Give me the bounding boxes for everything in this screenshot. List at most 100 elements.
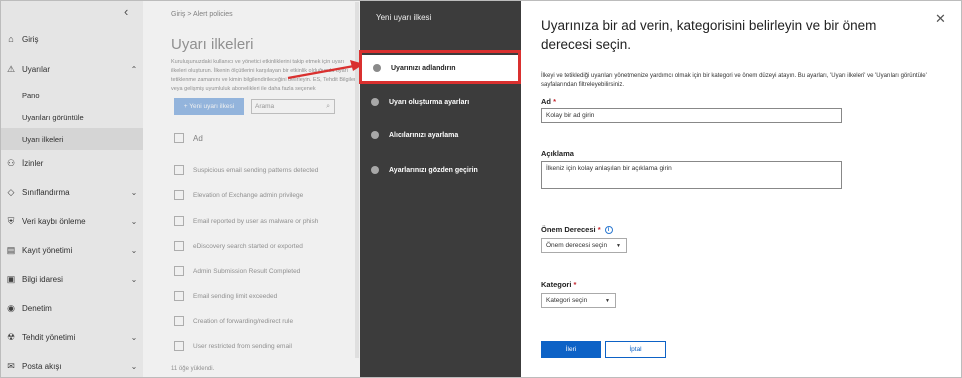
- row-name: Suspicious email sending patterns detect…: [193, 166, 319, 174]
- form-intro: İlkeyi ve tetiklediği uyarıları yönetmen…: [541, 73, 927, 88]
- row-checkbox[interactable]: [174, 291, 184, 301]
- wizard-title: Yeni uyarı ilkesi: [376, 13, 432, 22]
- mail-icon: ✉: [7, 360, 15, 371]
- row-checkbox[interactable]: [174, 316, 184, 326]
- chevron-up-icon: ⌃: [130, 64, 138, 74]
- lock-icon: ▣: [6, 273, 16, 284]
- close-icon[interactable]: ✕: [935, 11, 946, 27]
- step-indicator-icon: [371, 166, 379, 174]
- step-alert-settings[interactable]: Uyarı oluşturma ayarları: [360, 89, 521, 115]
- nav-subitem-alert-policies[interactable]: Uyarı ilkeleri: [0, 128, 143, 150]
- required-marker: *: [597, 225, 601, 234]
- category-value: Kategori seçin: [546, 297, 588, 304]
- nav-subitem-dashboard[interactable]: Pano: [0, 84, 143, 106]
- collapse-nav-icon[interactable]: ‹: [124, 4, 128, 19]
- step-label: Uyarı oluşturma ayarları: [389, 98, 470, 106]
- step-label: Alıcılarınızı ayarlama: [389, 131, 459, 139]
- nav-item-governance[interactable]: ▣ Bilgi idaresi ⌄: [0, 266, 143, 292]
- nav-subitem-label: Uyarıları görüntüle: [22, 112, 84, 122]
- name-label: Ad *: [541, 97, 557, 106]
- nav-subitem-view-alerts[interactable]: Uyarıları görüntüle: [0, 106, 143, 128]
- table-row[interactable]: Email sending limit exceeded: [174, 291, 277, 301]
- description-label: Açıklama: [541, 149, 574, 158]
- step-label: Ayarlarınızı gözden geçirin: [389, 166, 478, 174]
- chevron-down-icon: ⌄: [130, 361, 138, 371]
- step-recipients[interactable]: Alıcılarınızı ayarlama: [360, 122, 521, 148]
- table-row[interactable]: Suspicious email sending patterns detect…: [174, 165, 318, 175]
- nav-item-classification[interactable]: ◇ Sınıflandırma ⌄: [0, 179, 143, 205]
- home-icon: ⌂: [8, 34, 14, 44]
- row-checkbox[interactable]: [174, 165, 184, 175]
- left-navigation: ‹ ⌂ Giriş ⚠ Uyarılar ⌃ Pano Uyarıları gö…: [0, 0, 143, 378]
- step-review[interactable]: Ayarlarınızı gözden geçirin: [360, 157, 521, 183]
- breadcrumb[interactable]: Giriş > Alert policies: [171, 11, 233, 18]
- name-input[interactable]: Kolay bir ad girin: [541, 108, 842, 123]
- bug-icon: ☢: [6, 331, 16, 342]
- search-input[interactable]: Arama ⌕: [251, 99, 335, 114]
- info-icon[interactable]: i: [604, 226, 613, 235]
- table-row[interactable]: User restricted from sending email: [174, 341, 292, 351]
- nav-subitem-label: Pano: [22, 90, 40, 100]
- nav-item-label: Posta akışı: [22, 361, 62, 371]
- required-marker: *: [573, 280, 577, 289]
- nav-item-threat[interactable]: ☢ Tehdit yönetimi ⌄: [0, 324, 143, 350]
- column-header-label: Ad: [193, 133, 203, 143]
- step-indicator-icon: [371, 98, 379, 106]
- description-placeholder: İlkeniz için kolay anlaşılan bir açıklam…: [546, 165, 672, 172]
- table-row[interactable]: Email reported by user as malware or phi…: [174, 216, 318, 226]
- row-checkbox[interactable]: [174, 341, 184, 351]
- chevron-down-icon: ▼: [616, 242, 621, 249]
- form-heading: Uyarınıza bir ad verin, kategorisini bel…: [541, 18, 877, 52]
- severity-dropdown[interactable]: Önem derecesi seçin ▼: [541, 238, 627, 253]
- next-button[interactable]: İleri: [541, 341, 601, 358]
- tag-icon: ◇: [7, 186, 15, 197]
- row-name: User restricted from sending email: [193, 342, 292, 350]
- required-marker: *: [553, 97, 557, 106]
- row-checkbox[interactable]: [174, 266, 184, 276]
- nav-item-label: Denetim: [22, 303, 52, 313]
- table-row[interactable]: Admin Submission Result Completed: [174, 266, 300, 276]
- table-row[interactable]: eDiscovery search started or exported: [174, 241, 303, 251]
- nav-item-mailflow[interactable]: ✉ Posta akışı ⌄: [0, 353, 143, 378]
- name-placeholder: Kolay bir ad girin: [546, 112, 595, 119]
- row-name: eDiscovery search started or exported: [193, 242, 303, 250]
- eye-icon: ◉: [7, 302, 15, 313]
- row-name: Elevation of Exchange admin privilege: [193, 191, 304, 199]
- description-input[interactable]: İlkeniz için kolay anlaşılan bir açıklam…: [541, 161, 842, 189]
- current-step-highlight: [359, 50, 521, 84]
- warning-icon: ⚠: [6, 63, 16, 74]
- cancel-button[interactable]: İptal: [605, 341, 666, 358]
- annotation-arrow: [287, 60, 364, 80]
- row-checkbox[interactable]: [174, 190, 184, 200]
- chevron-down-icon: ⌄: [130, 245, 138, 255]
- chevron-down-icon: ⌄: [130, 216, 138, 226]
- row-checkbox[interactable]: [174, 216, 184, 226]
- select-all-checkbox[interactable]: [174, 133, 184, 143]
- people-icon: ⚇: [6, 157, 16, 168]
- table-row[interactable]: Elevation of Exchange admin privilege: [174, 190, 303, 200]
- row-name: Email sending limit exceeded: [193, 292, 278, 300]
- nav-item-label: Bilgi idaresi: [22, 274, 63, 284]
- nav-item-home[interactable]: ⌂ Giriş: [0, 26, 143, 52]
- chevron-down-icon: ▼: [605, 297, 610, 304]
- search-icon: ⌕: [326, 102, 330, 110]
- records-icon: ▤: [6, 244, 16, 255]
- row-checkbox[interactable]: [174, 241, 184, 251]
- column-header-name[interactable]: Ad: [174, 133, 203, 143]
- table-row[interactable]: Creation of forwarding/redirect rule: [174, 316, 293, 326]
- search-placeholder: Arama: [255, 103, 275, 110]
- nav-item-permissions[interactable]: ⚇ İzinler: [0, 150, 143, 176]
- row-name: Email reported by user as malware or phi…: [193, 217, 319, 225]
- alert-policies-page: Giriş > Alert policies Uyarı ilkeleri Ku…: [143, 0, 360, 378]
- row-name: Creation of forwarding/redirect rule: [193, 317, 294, 325]
- chevron-down-icon: ⌄: [130, 274, 138, 284]
- nav-item-dlp[interactable]: ⛨ Veri kaybı önleme ⌄: [0, 208, 143, 234]
- step-indicator-icon: [371, 131, 379, 139]
- nav-item-audit[interactable]: ◉ Denetim: [0, 295, 143, 321]
- category-dropdown[interactable]: Kategori seçin ▼: [541, 293, 616, 308]
- page-title: Uyarı ilkeleri: [171, 36, 254, 53]
- nav-item-alerts[interactable]: ⚠ Uyarılar ⌃: [0, 56, 143, 82]
- nav-item-records[interactable]: ▤ Kayıt yönetimi ⌄: [0, 237, 143, 263]
- new-alert-policy-button[interactable]: + Yeni uyarı ilkesi: [174, 98, 244, 115]
- wizard-form: ✕ Uyarınıza bir ad verin, kategorisini b…: [521, 0, 962, 378]
